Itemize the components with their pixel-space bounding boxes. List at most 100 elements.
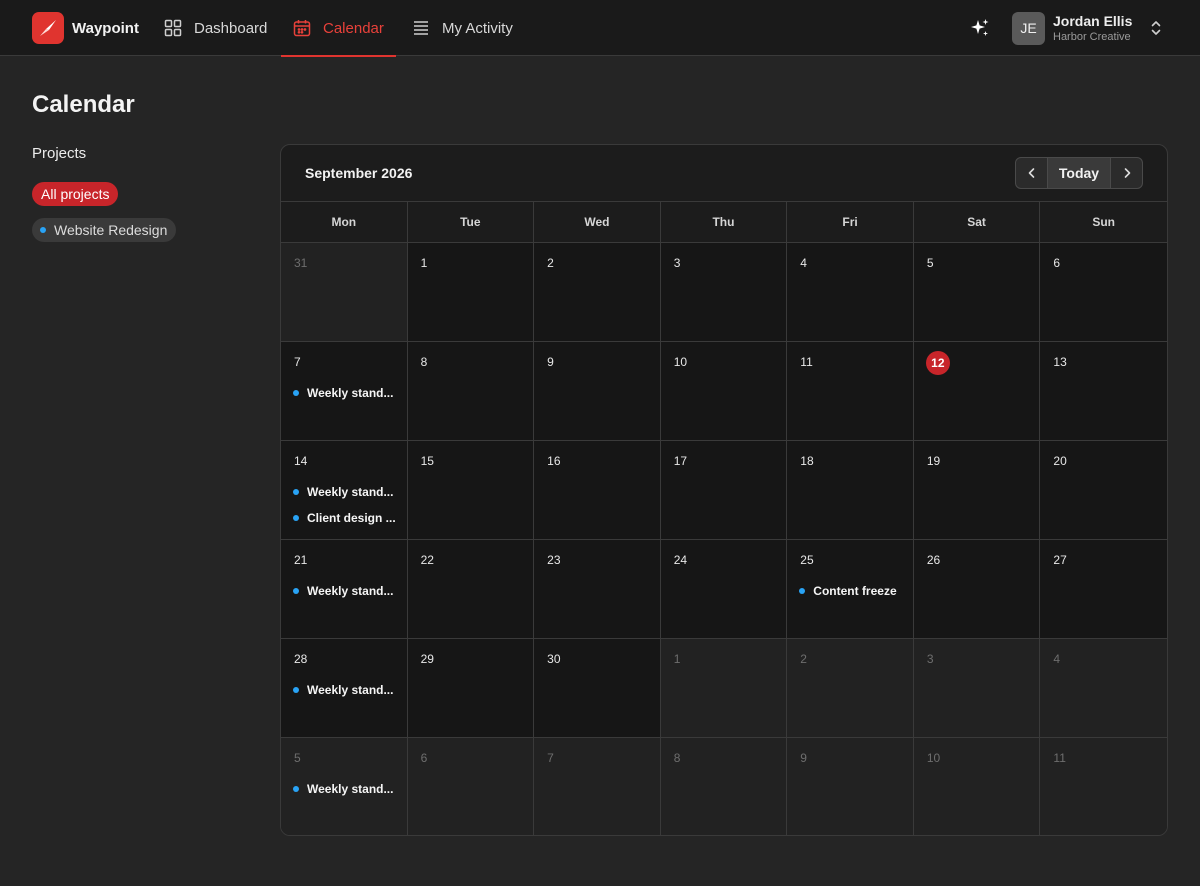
day-cell[interactable]: 22: [407, 540, 535, 639]
day-cell[interactable]: 13: [1040, 342, 1167, 441]
day-cell[interactable]: 30: [534, 639, 661, 738]
day-cell[interactable]: 7: [534, 738, 661, 835]
weekday-header-row: Mon Tue Wed Thu Fri Sat Sun: [281, 202, 1167, 243]
filter-website-redesign-label: Website Redesign: [54, 222, 168, 238]
user-text: Jordan Ellis Harbor Creative: [1053, 13, 1132, 44]
list-icon: [412, 19, 430, 37]
day-cell[interactable]: 6: [1040, 243, 1167, 342]
user-name: Jordan Ellis: [1053, 12, 1133, 29]
day-number: 24: [673, 553, 688, 567]
day-cell[interactable]: 5 Weekly stand...: [281, 738, 408, 835]
nav-calendar[interactable]: Calendar: [281, 0, 396, 57]
day-cell[interactable]: 3: [913, 639, 1041, 738]
calendar-icon: [293, 19, 311, 37]
event-dot-icon: [293, 687, 299, 693]
day-number: 11: [800, 355, 813, 369]
day-number: 6: [1053, 256, 1061, 270]
day-cell[interactable]: 28 Weekly stand...: [281, 639, 408, 738]
nav-my-activity[interactable]: My Activity: [412, 0, 513, 56]
nav-dashboard[interactable]: Dashboard: [164, 0, 267, 56]
day-number: 26: [926, 553, 941, 567]
day-number: 10: [926, 751, 941, 765]
day-cell[interactable]: 19: [913, 441, 1041, 540]
event-title: Weekly stand...: [307, 683, 394, 697]
day-number: 5: [926, 256, 934, 270]
calendar-event[interactable]: Weekly stand...: [293, 384, 397, 402]
day-cell[interactable]: 14 Weekly stand... Client design ...: [281, 441, 408, 540]
calendar-event[interactable]: Weekly stand...: [293, 780, 397, 798]
sparkle-icon[interactable]: [970, 18, 990, 38]
day-cell[interactable]: 10: [913, 738, 1041, 835]
day-cell[interactable]: 3: [660, 243, 788, 342]
day-cell[interactable]: 6: [407, 738, 535, 835]
day-cell[interactable]: 20: [1040, 441, 1167, 540]
day-cell[interactable]: 21 Weekly stand...: [281, 540, 408, 639]
day-cell[interactable]: 9: [787, 738, 914, 835]
filter-all-projects-label: All projects: [41, 186, 110, 202]
day-cell[interactable]: 31: [281, 243, 408, 342]
prev-month-button[interactable]: [1016, 158, 1047, 188]
day-number: 11: [1053, 751, 1066, 765]
calendar-event[interactable]: Client design ...: [293, 509, 397, 527]
filter-all-projects[interactable]: All projects: [32, 182, 119, 206]
day-cell[interactable]: 2: [534, 243, 661, 342]
day-number: 12: [925, 351, 950, 375]
day-cell[interactable]: 24: [660, 540, 788, 639]
day-cell[interactable]: 10: [660, 342, 788, 441]
day-cell[interactable]: 1: [407, 243, 535, 342]
weekday-fri: Fri: [787, 202, 914, 242]
day-number: 4: [1053, 652, 1061, 666]
day-number: 21: [294, 553, 308, 567]
day-number: 30: [547, 652, 561, 666]
day-cell[interactable]: 29: [407, 639, 535, 738]
brand[interactable]: Waypoint: [32, 12, 139, 44]
day-cell[interactable]: 16: [534, 441, 661, 540]
chevron-up-down-icon[interactable]: [1148, 19, 1164, 37]
day-number: 27: [1053, 553, 1067, 567]
top-navigation-bar: Waypoint Dashboard Calendar My Activity …: [0, 0, 1200, 57]
compass-logo-icon: [32, 12, 64, 44]
calendar: September 2026 Today Mon Tue Wed Thu Fri Sat S…: [280, 144, 1168, 836]
day-cell[interactable]: 27: [1040, 540, 1167, 639]
day-cell[interactable]: 17: [660, 441, 788, 540]
day-number: 10: [673, 355, 688, 369]
day-cell-today[interactable]: 12: [913, 342, 1041, 441]
event-dot-icon: [293, 515, 299, 521]
event-dot-icon: [293, 588, 299, 594]
calendar-event[interactable]: Weekly stand...: [293, 483, 397, 501]
day-cell[interactable]: 1: [660, 639, 788, 738]
day-number: 15: [420, 454, 434, 468]
day-cell[interactable]: 8: [407, 342, 535, 441]
project-dot-icon: [40, 227, 46, 233]
day-cell[interactable]: 8: [660, 738, 788, 835]
day-cell[interactable]: 25 Content freeze: [787, 540, 914, 639]
day-cell[interactable]: 15: [407, 441, 535, 540]
calendar-event[interactable]: Content freeze: [799, 582, 903, 600]
day-number: 8: [673, 751, 681, 765]
event-dot-icon: [293, 390, 299, 396]
day-cell[interactable]: 23: [534, 540, 661, 639]
day-cell[interactable]: 11: [787, 342, 914, 441]
day-cell[interactable]: 26: [913, 540, 1041, 639]
day-cell[interactable]: 4: [787, 243, 914, 342]
day-cell[interactable]: 7 Weekly stand...: [281, 342, 408, 441]
day-cell[interactable]: 5: [913, 243, 1041, 342]
calendar-event[interactable]: Weekly stand...: [293, 681, 397, 699]
chevron-left-icon: [1028, 168, 1034, 178]
day-number: 16: [547, 454, 561, 468]
user-menu[interactable]: JE Jordan Ellis Harbor Creative: [1012, 11, 1132, 45]
day-number: 9: [800, 751, 807, 765]
event-dot-icon: [293, 489, 299, 495]
day-number: 23: [547, 553, 561, 567]
calendar-event[interactable]: Weekly stand...: [293, 582, 397, 600]
day-cell[interactable]: 4: [1040, 639, 1167, 738]
today-button[interactable]: Today: [1047, 158, 1111, 188]
day-cell[interactable]: 9: [534, 342, 661, 441]
nav-dashboard-label: Dashboard: [194, 19, 268, 37]
filter-website-redesign[interactable]: Website Redesign: [32, 218, 177, 242]
day-number: 4: [800, 256, 807, 270]
next-month-button[interactable]: [1111, 158, 1142, 188]
day-cell[interactable]: 11: [1040, 738, 1167, 835]
day-cell[interactable]: 18: [787, 441, 914, 540]
day-cell[interactable]: 2: [787, 639, 914, 738]
